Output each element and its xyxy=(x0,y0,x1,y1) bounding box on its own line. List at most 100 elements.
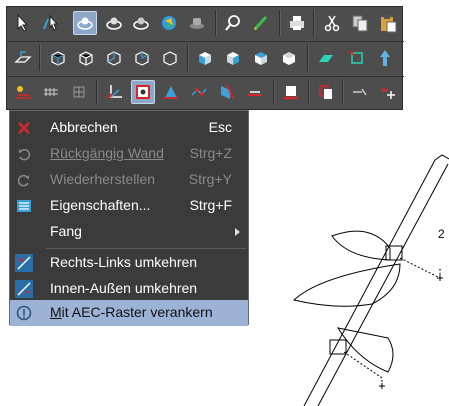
view-iso-3-button[interactable] xyxy=(102,46,126,70)
view-plane-icon xyxy=(14,51,32,63)
select-node-icon xyxy=(43,14,59,31)
layer-icon xyxy=(284,86,298,100)
printer-button[interactable] xyxy=(285,11,309,35)
camera-button[interactable] xyxy=(185,11,209,35)
snap-line-button[interactable] xyxy=(243,80,267,104)
menu-item-label: Abbrechen xyxy=(50,119,118,135)
view-solid-1-button[interactable] xyxy=(193,46,217,70)
view-up-button[interactable] xyxy=(373,46,397,70)
copy-icon xyxy=(352,15,368,32)
flip-right-left-icon xyxy=(14,253,34,273)
plane-front-icon xyxy=(349,50,363,64)
sun-light-button[interactable] xyxy=(11,80,35,104)
cut-button[interactable] xyxy=(320,11,344,35)
cancel-x-icon xyxy=(14,118,34,138)
copy-object-button[interactable] xyxy=(314,80,338,104)
solid-cube-icon xyxy=(227,52,239,65)
render-button[interactable] xyxy=(157,11,181,35)
view-plane-button[interactable] xyxy=(11,46,35,70)
toolbar xyxy=(6,6,404,110)
view-iso-5-button[interactable] xyxy=(158,46,182,70)
render-sphere-icon xyxy=(162,16,176,30)
select-arrow-icon xyxy=(17,13,29,32)
context-menu: Abbrechen Esc Rückgängig Wand Strg+Z Wie… xyxy=(9,110,249,326)
menu-item-label: Rechts-Links umkehren xyxy=(50,254,198,270)
move-button[interactable] xyxy=(376,80,400,104)
snap-center-button[interactable] xyxy=(131,80,155,104)
snap-intersection-button[interactable] xyxy=(159,80,183,104)
orbit-continuous-button[interactable] xyxy=(129,11,153,35)
paste-clipboard-icon xyxy=(381,15,397,33)
anchor-aec-grid-icon xyxy=(14,303,34,323)
move-arrows-icon xyxy=(381,88,395,99)
layer-button[interactable] xyxy=(279,80,303,104)
menu-item-cancel[interactable]: Abbrechen Esc xyxy=(10,115,248,141)
menu-item-mnemonic: M xyxy=(50,304,62,320)
hatch-button[interactable] xyxy=(39,80,63,104)
snap-cross-marker xyxy=(437,275,443,281)
measure-button[interactable] xyxy=(249,11,273,35)
view-solid-4-button[interactable] xyxy=(277,46,301,70)
view-top-button[interactable] xyxy=(314,46,338,70)
zoom-button[interactable] xyxy=(221,11,245,35)
submenu-arrow-icon xyxy=(235,228,240,236)
solid-cube-icon xyxy=(255,52,267,65)
view-solid-3-button[interactable] xyxy=(249,46,273,70)
menu-item-undo[interactable]: Rückgängig Wand Strg+Z xyxy=(10,141,248,167)
toolbar-row-2 xyxy=(7,42,404,76)
select-node-button[interactable] xyxy=(39,11,63,35)
menu-item-label: Mit AEC-Raster verankern xyxy=(50,304,213,320)
dimension-line xyxy=(399,257,441,279)
copy-button[interactable] xyxy=(348,11,372,35)
menu-item-redo[interactable]: Wiederherstellen Strg+Y xyxy=(10,167,248,193)
wall-cap-line xyxy=(434,154,449,161)
wire-cube-icon xyxy=(51,51,65,66)
snap-plane-button[interactable] xyxy=(215,80,239,104)
toolbar-row-3 xyxy=(7,76,404,110)
orbit-continuous-icon xyxy=(133,17,149,30)
select-arrow-button[interactable] xyxy=(11,11,35,35)
menu-item-label: Wiederherstellen xyxy=(50,171,156,187)
hatch-icon xyxy=(44,88,58,96)
magnifier-icon xyxy=(225,15,240,31)
flip-inside-outside-icon xyxy=(14,279,34,299)
snap-intersection-icon xyxy=(164,86,178,99)
menu-item-properties[interactable]: Eigenschaften... Strg+F xyxy=(10,193,248,219)
arrow-up-icon xyxy=(380,50,390,66)
orbit-free-icon xyxy=(106,17,122,30)
scissors-icon xyxy=(324,15,340,32)
menu-item-flip-right-left[interactable]: Rechts-Links umkehren xyxy=(10,250,248,276)
orbit-view-icon xyxy=(77,17,93,30)
solid-cube-icon xyxy=(283,52,295,65)
menu-item-label: Fang xyxy=(50,223,82,239)
cad-drawing-canvas: 2 xyxy=(292,154,449,406)
orbit-view-button[interactable] xyxy=(73,11,97,35)
draw-line-button[interactable] xyxy=(348,80,372,104)
door-leaf-arc xyxy=(292,263,401,307)
solid-cube-icon xyxy=(199,52,211,65)
copy-object-icon xyxy=(319,85,332,99)
view-iso-4-button[interactable] xyxy=(130,46,154,70)
menu-item-label-text: Rückgängig Wand xyxy=(50,145,164,161)
drawing-label: 2 xyxy=(438,227,445,241)
menu-item-anchor-aec-grid[interactable]: Mit AEC-Raster verankern xyxy=(10,300,248,326)
view-front-button[interactable] xyxy=(345,46,369,70)
view-iso-1-button[interactable] xyxy=(46,46,70,70)
axis-button[interactable] xyxy=(103,80,127,104)
paste-button[interactable] xyxy=(376,11,400,35)
view-solid-2-button[interactable] xyxy=(221,46,245,70)
snap-points-button[interactable] xyxy=(187,80,211,104)
camera-icon xyxy=(190,18,204,29)
menu-item-shortcut: Strg+Y xyxy=(188,171,232,187)
menu-item-flip-inside-outside[interactable]: Innen-Außen umkehren xyxy=(10,276,248,302)
menu-item-snap[interactable]: Fang xyxy=(10,219,248,245)
orbit-free-button[interactable] xyxy=(102,11,126,35)
grid-button[interactable] xyxy=(67,80,91,104)
view-iso-2-button[interactable] xyxy=(74,46,98,70)
snap-cross-marker xyxy=(379,383,385,389)
snap-center-icon xyxy=(136,85,150,99)
wire-cube-icon xyxy=(163,51,177,66)
door-leaf-arc xyxy=(331,230,391,261)
menu-item-label-text: it AEC-Raster verankern xyxy=(61,304,213,320)
axis-icon xyxy=(107,85,122,99)
